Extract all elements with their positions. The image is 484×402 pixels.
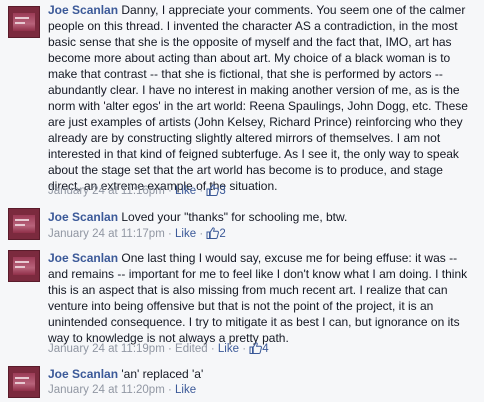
meta-separator: · (167, 228, 172, 240)
comment-author-link[interactable]: Joe Scanlan (48, 367, 118, 381)
thumbs-up-icon (249, 342, 263, 354)
comment-author-link[interactable]: Joe Scanlan (48, 251, 118, 265)
meta-separator: · (199, 228, 204, 240)
comment-meta: January 24 at 11:17pm · Like · 2 (48, 227, 226, 241)
comment-author-link[interactable]: Joe Scanlan (48, 3, 118, 17)
like-button[interactable]: Like (218, 343, 239, 355)
thumbs-up-icon (206, 184, 220, 196)
comment-author-link[interactable]: Joe Scanlan (48, 210, 118, 224)
comment-text: Danny, I appreciate your comments. You s… (48, 3, 468, 193)
comment-text: 'an' replaced 'a' (121, 367, 204, 381)
meta-separator: · (210, 343, 215, 355)
like-count-number: 4 (262, 343, 269, 355)
avatar[interactable] (8, 208, 40, 240)
comment-meta: January 24 at 11:20pm · Like (48, 383, 196, 397)
comment-meta: January 24 at 11:16pm · Like · 3 (48, 184, 226, 198)
edited-link[interactable]: Edited (175, 343, 208, 355)
comment-timestamp[interactable]: January 24 at 11:19pm (48, 343, 165, 355)
comment-body: Joe Scanlan Danny, I appreciate your com… (48, 2, 478, 194)
comment-timestamp[interactable]: January 24 at 11:17pm (48, 228, 165, 240)
like-count[interactable]: 4 (249, 342, 269, 355)
comment-body: Joe Scanlan 'an' replaced 'a' (48, 366, 478, 382)
meta-separator: · (242, 343, 247, 355)
like-count-number: 3 (219, 185, 226, 197)
avatar[interactable] (8, 366, 40, 398)
avatar[interactable] (8, 250, 40, 282)
meta-separator: · (167, 384, 172, 396)
comment-body: Joe Scanlan Loved your "thanks" for scho… (48, 209, 478, 225)
like-button[interactable]: Like (175, 185, 196, 197)
comment-timestamp[interactable]: January 24 at 11:20pm (48, 384, 165, 396)
like-count-number: 2 (219, 228, 226, 240)
meta-separator: · (167, 185, 172, 197)
meta-separator: · (199, 185, 204, 197)
comment-body: Joe Scanlan One last thing I would say, … (48, 250, 478, 346)
thumbs-up-icon (206, 227, 220, 239)
comment-text: One last thing I would say, excuse me fo… (48, 251, 468, 345)
comment-thread: Joe Scanlan Danny, I appreciate your com… (0, 0, 484, 402)
meta-separator: · (167, 343, 172, 355)
avatar[interactable] (8, 6, 40, 38)
comment-meta: January 24 at 11:19pm · Edited · Like · … (48, 342, 269, 356)
like-count[interactable]: 3 (206, 184, 226, 197)
like-count[interactable]: 2 (206, 227, 226, 240)
comment-timestamp[interactable]: January 24 at 11:16pm (48, 185, 165, 197)
like-button[interactable]: Like (175, 384, 196, 396)
comment-text: Loved your "thanks" for schooling me, bt… (121, 210, 348, 224)
like-button[interactable]: Like (175, 228, 196, 240)
